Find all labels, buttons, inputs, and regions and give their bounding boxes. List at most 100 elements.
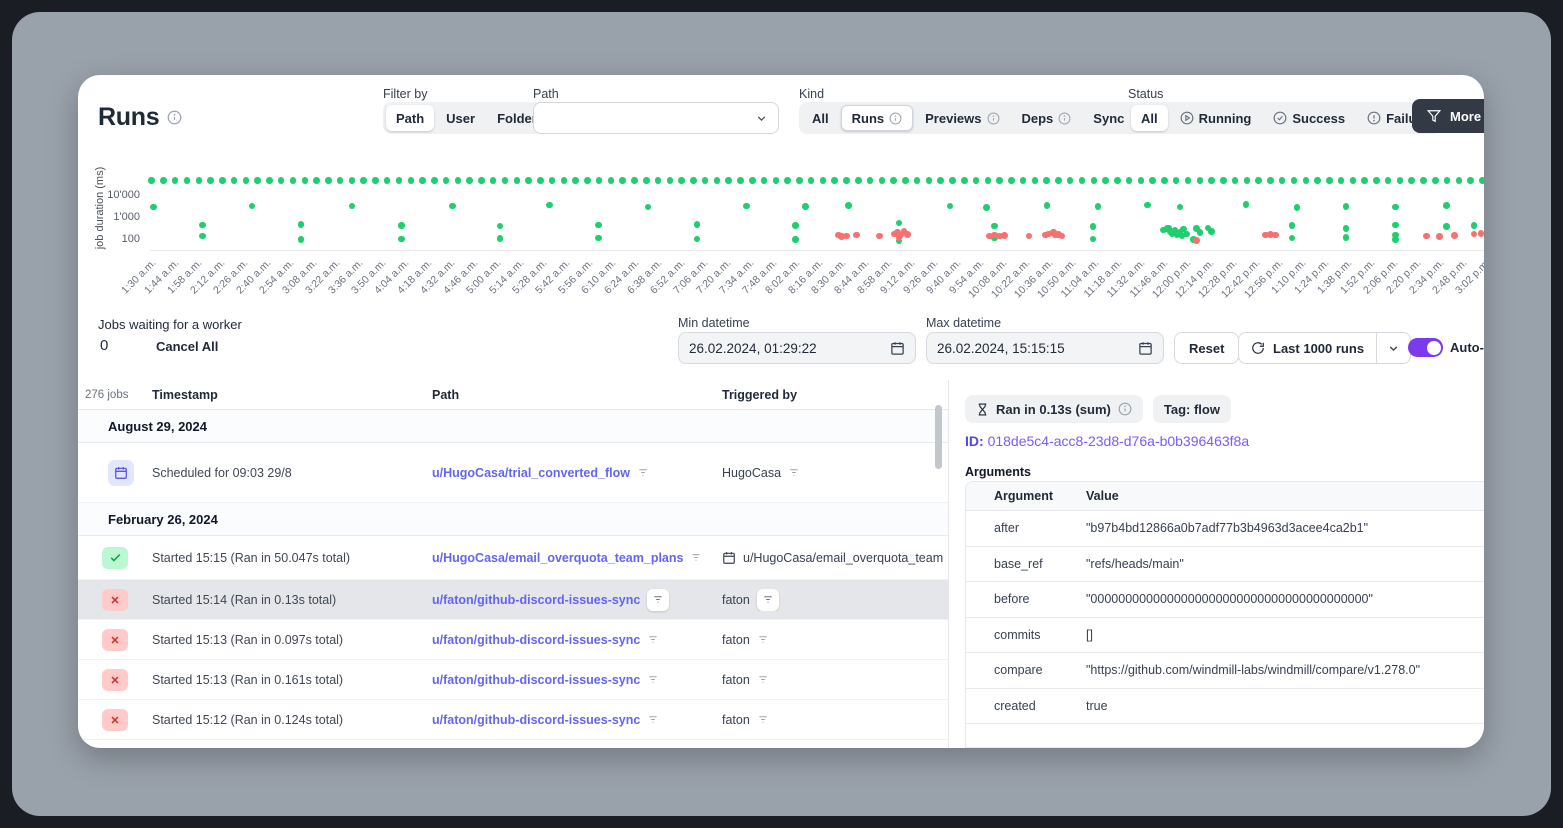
run-dot-failure[interactable] <box>1193 237 1200 244</box>
kind-option-deps[interactable]: Deps <box>1012 105 1082 131</box>
run-dot-success[interactable] <box>199 222 206 229</box>
status-option-running[interactable]: Running <box>1170 105 1262 131</box>
run-dot-success[interactable] <box>631 177 638 184</box>
run-dot-success[interactable] <box>914 177 921 184</box>
run-dot-success[interactable] <box>937 177 944 184</box>
run-dot-success[interactable] <box>1343 203 1350 210</box>
run-dot-success[interactable] <box>896 220 903 227</box>
run-dot-success[interactable] <box>360 177 367 184</box>
run-dot-success[interactable] <box>337 177 344 184</box>
run-dot-success[interactable] <box>655 177 662 184</box>
run-dot-failure[interactable] <box>904 231 911 238</box>
run-dot-success[interactable] <box>249 203 256 210</box>
run-dot-success[interactable] <box>947 203 954 210</box>
run-dot-success[interactable] <box>278 177 285 184</box>
run-dot-success[interactable] <box>1443 223 1450 230</box>
info-icon[interactable] <box>889 112 902 125</box>
run-dot-success[interactable] <box>1144 202 1151 209</box>
run-dot-success[interactable] <box>502 177 509 184</box>
run-dot-success[interactable] <box>1392 236 1399 243</box>
run-dot-success[interactable] <box>596 177 603 184</box>
run-dot-failure[interactable] <box>896 234 903 241</box>
run-dot-success[interactable] <box>802 203 809 210</box>
run-dot-success[interactable] <box>572 177 579 184</box>
path-select[interactable] <box>533 102 779 134</box>
run-dot-success[interactable] <box>694 236 701 243</box>
run-dot-success[interactable] <box>796 177 803 184</box>
run-dot-success[interactable] <box>384 177 391 184</box>
run-dot-success[interactable] <box>725 177 732 184</box>
status-option-success[interactable]: Success <box>1263 105 1355 131</box>
run-dot-success[interactable] <box>1279 177 1286 184</box>
status-option-all[interactable]: All <box>1131 105 1168 131</box>
run-dot-success[interactable] <box>231 177 238 184</box>
filter-lines-icon[interactable] <box>757 714 769 725</box>
run-dot-success[interactable] <box>737 177 744 184</box>
run-dot-success[interactable] <box>298 236 305 243</box>
job-path-link[interactable]: u/faton/github-discord-issues-sync <box>432 673 640 687</box>
run-dot-success[interactable] <box>792 222 799 229</box>
run-dot-success[interactable] <box>546 202 553 209</box>
job-path-link[interactable]: u/faton/github-discord-issues-sync <box>432 593 640 607</box>
run-dot-success[interactable] <box>1149 177 1156 184</box>
job-path-link[interactable]: u/HugoCasa/trial_converted_flow <box>432 466 630 480</box>
run-dot-success[interactable] <box>298 221 305 228</box>
run-dot-success[interactable] <box>1385 177 1392 184</box>
run-dot-success[interactable] <box>1114 177 1121 184</box>
run-dot-success[interactable] <box>196 177 203 184</box>
run-dot-success[interactable] <box>1471 222 1478 229</box>
run-dot-success[interactable] <box>608 177 615 184</box>
run-dot-success[interactable] <box>514 177 521 184</box>
run-dot-success[interactable] <box>1179 233 1186 240</box>
run-dot-success[interactable] <box>792 236 799 243</box>
job-row[interactable]: Started 15:14 (Ran in 0.13s total)u/fato… <box>78 580 948 620</box>
job-path-link[interactable]: u/faton/github-discord-issues-sync <box>432 633 640 647</box>
run-dot-success[interactable] <box>926 177 933 184</box>
run-dot-success[interactable] <box>1055 177 1062 184</box>
run-dot-success[interactable] <box>419 177 426 184</box>
run-dot-success[interactable] <box>1343 234 1350 241</box>
calendar-icon[interactable] <box>1138 341 1153 356</box>
run-dot-success[interactable] <box>349 177 356 184</box>
run-dot-success[interactable] <box>645 204 652 211</box>
run-dot-success[interactable] <box>1350 177 1357 184</box>
run-dot-success[interactable] <box>148 177 155 184</box>
run-dot-success[interactable] <box>1161 177 1168 184</box>
run-dot-success[interactable] <box>1090 236 1097 243</box>
filter-lines-icon[interactable] <box>757 674 769 685</box>
run-dot-success[interactable] <box>820 177 827 184</box>
run-dot-success[interactable] <box>643 177 650 184</box>
run-dot-success[interactable] <box>266 177 273 184</box>
run-dot-success[interactable] <box>667 177 674 184</box>
run-dot-success[interactable] <box>1479 177 1484 184</box>
run-dot-success[interactable] <box>525 177 532 184</box>
run-dot-success[interactable] <box>549 177 556 184</box>
run-dot-success[interactable] <box>398 222 405 229</box>
run-dot-success[interactable] <box>1091 177 1098 184</box>
run-dot-failure[interactable] <box>876 233 883 240</box>
run-dot-success[interactable] <box>1467 177 1474 184</box>
run-dot-success[interactable] <box>254 177 261 184</box>
run-dot-success[interactable] <box>973 177 980 184</box>
run-dot-failure[interactable] <box>1050 229 1057 236</box>
max-datetime-input[interactable]: 26.02.2024, 15:15:15 <box>926 332 1164 364</box>
run-dot-success[interactable] <box>855 177 862 184</box>
run-dot-success[interactable] <box>714 177 721 184</box>
run-dot-success[interactable] <box>1255 177 1262 184</box>
run-dot-success[interactable] <box>1043 177 1050 184</box>
run-dot-success[interactable] <box>1294 204 1301 211</box>
run-dot-success[interactable] <box>150 204 157 211</box>
run-dot-success[interactable] <box>1173 177 1180 184</box>
run-dot-success[interactable] <box>1267 177 1274 184</box>
run-dot-failure[interactable] <box>1001 232 1008 239</box>
run-id-value[interactable]: 018de5c4-acc8-23d8-d76a-b0b396463f8a <box>988 433 1250 449</box>
run-dot-failure[interactable] <box>1026 233 1033 240</box>
run-dot-success[interactable] <box>478 177 485 184</box>
run-dot-success[interactable] <box>983 204 990 211</box>
run-dot-success[interactable] <box>1243 201 1250 208</box>
job-row[interactable]: Started 15:13 (Ran in 0.161s total)u/fat… <box>78 660 948 700</box>
run-dot-success[interactable] <box>678 177 685 184</box>
run-dot-success[interactable] <box>879 177 886 184</box>
run-dot-success[interactable] <box>1095 203 1102 210</box>
job-path-link[interactable]: u/faton/github-discord-issues-sync <box>432 713 640 727</box>
